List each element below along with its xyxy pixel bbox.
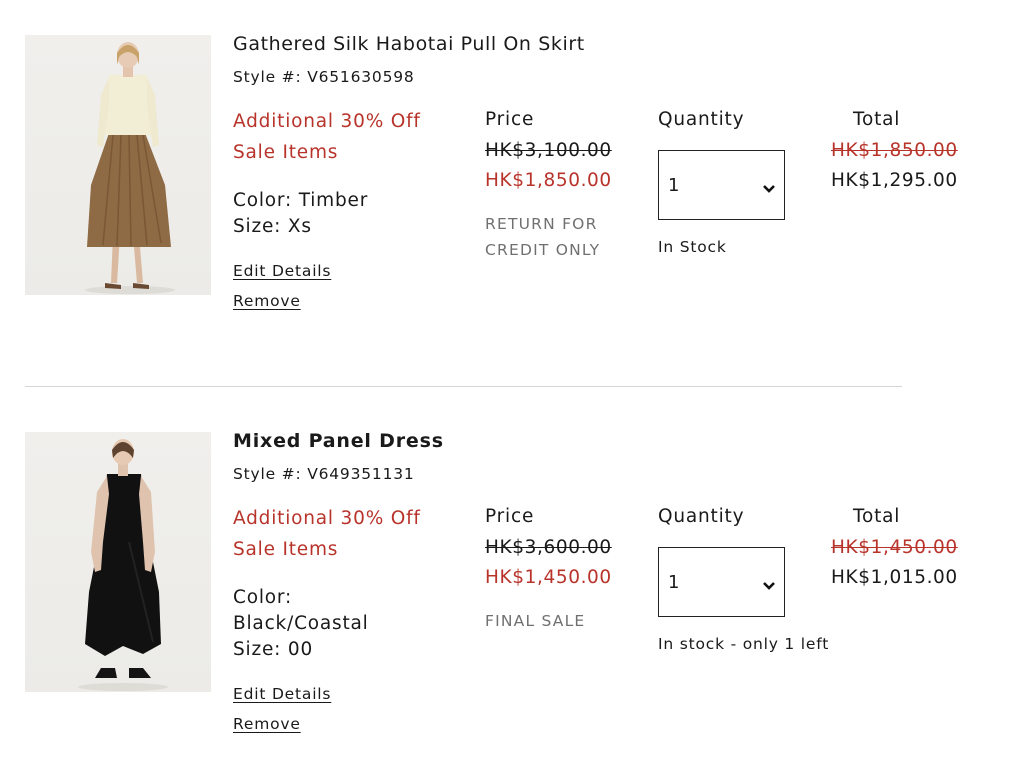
- product-size: Size: Xs: [233, 216, 312, 237]
- edit-details-link[interactable]: Edit Details: [233, 262, 331, 280]
- product-image[interactable]: [25, 432, 211, 692]
- original-total: HK$1,850.00: [831, 140, 958, 161]
- final-total: HK$1,015.00: [831, 567, 958, 588]
- quantity-header: Quantity: [658, 109, 745, 130]
- product-title[interactable]: Mixed Panel Dress: [233, 430, 444, 452]
- original-price: HK$3,100.00: [485, 140, 612, 161]
- quantity-select[interactable]: 1: [658, 150, 785, 220]
- edit-details-link[interactable]: Edit Details: [233, 685, 331, 703]
- promo-sublabel: Sale Items: [233, 142, 339, 163]
- sale-price: HK$1,450.00: [485, 567, 612, 588]
- quantity-value: 1: [668, 572, 680, 593]
- model-skirt-photo: [85, 42, 175, 294]
- total-header: Total: [853, 506, 901, 527]
- total-header: Total: [853, 109, 901, 130]
- price-header: Price: [485, 109, 535, 130]
- chevron-down-icon: [762, 179, 776, 198]
- quantity-header: Quantity: [658, 506, 745, 527]
- stock-status: In stock - only 1 left: [658, 635, 830, 653]
- return-policy-note: RETURN FOR: [485, 215, 598, 233]
- return-policy-note-line2: CREDIT ONLY: [485, 241, 601, 259]
- product-image[interactable]: [25, 35, 211, 295]
- product-color: Color: Timber: [233, 190, 369, 211]
- divider: [25, 386, 902, 387]
- price-header: Price: [485, 506, 535, 527]
- chevron-down-icon: [762, 576, 776, 595]
- promo-label: Additional 30% Off: [233, 111, 421, 132]
- promo-label: Additional 30% Off: [233, 508, 421, 529]
- original-total: HK$1,450.00: [831, 537, 958, 558]
- product-title[interactable]: Gathered Silk Habotai Pull On Skirt: [233, 33, 585, 55]
- final-sale-note: FINAL SALE: [485, 612, 586, 630]
- final-total: HK$1,295.00: [831, 170, 958, 191]
- product-color: Black/Coastal: [233, 613, 369, 634]
- sale-price: HK$1,850.00: [485, 170, 612, 191]
- original-price: HK$3,600.00: [485, 537, 612, 558]
- remove-link[interactable]: Remove: [233, 292, 301, 310]
- style-number: Style #: V651630598: [233, 68, 415, 86]
- product-size: Size: 00: [233, 639, 314, 660]
- quantity-select[interactable]: 1: [658, 547, 785, 617]
- product-color-label: Color:: [233, 587, 293, 608]
- stock-status: In Stock: [658, 238, 727, 256]
- remove-link[interactable]: Remove: [233, 715, 301, 733]
- quantity-value: 1: [668, 175, 680, 196]
- promo-sublabel: Sale Items: [233, 539, 339, 560]
- model-dress-photo: [78, 439, 168, 691]
- style-number: Style #: V649351131: [233, 465, 415, 483]
